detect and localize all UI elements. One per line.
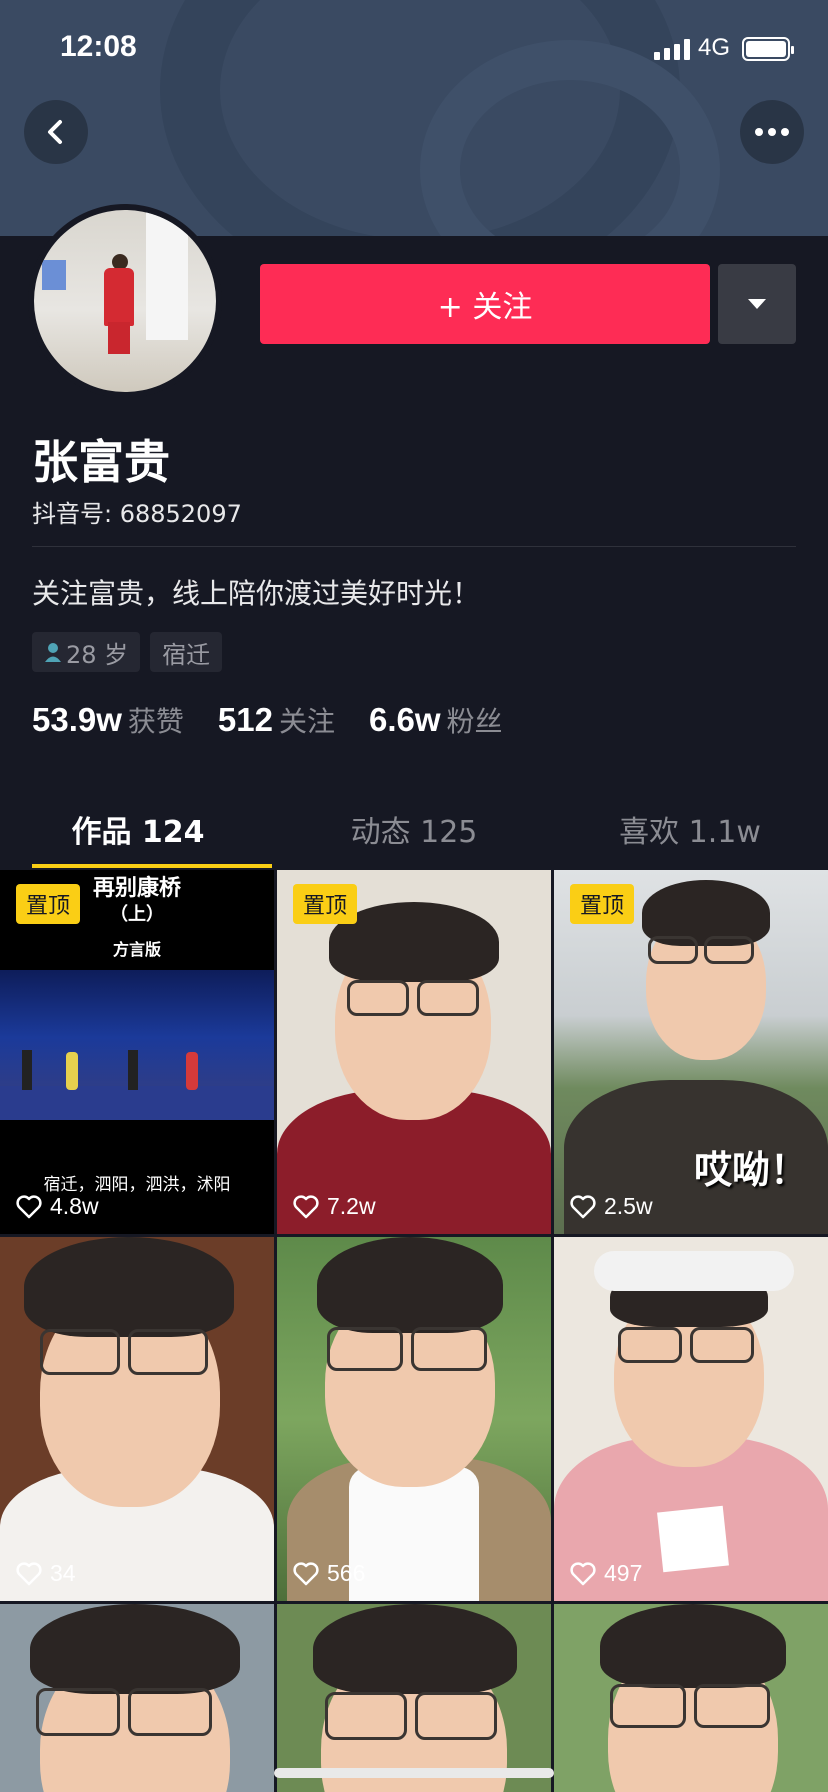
like-count-text: 34: [50, 1560, 76, 1586]
douyin-id[interactable]: 抖音号: 68852097: [32, 494, 242, 529]
like-count-text: 2.5w: [604, 1193, 653, 1219]
heart-icon: [293, 1194, 319, 1218]
follow-label: + 关注: [437, 290, 533, 325]
profile-name: 张富贵: [32, 435, 170, 489]
video-tile[interactable]: 再别康桥 （上） 方言版 宿迁，泗阳，泗洪，沭阳 置顶 4.8w: [0, 870, 274, 1234]
video-tile[interactable]: 566: [277, 1237, 551, 1601]
avatar-image: [34, 210, 216, 392]
video-title-note: 方言版: [112, 940, 161, 959]
stat-likes[interactable]: 53.9w 获赞: [32, 700, 184, 740]
video-tile[interactable]: [0, 1604, 274, 1792]
stat-likes-count: 53.9w: [32, 701, 122, 738]
age-label: 28 岁: [66, 640, 129, 669]
heart-icon: [16, 1561, 42, 1585]
follow-button[interactable]: + 关注: [260, 264, 710, 344]
profile-stats: 53.9w 获赞 512 关注 6.6w 粉丝: [32, 700, 503, 740]
age-tag: 28 岁: [32, 632, 141, 672]
more-dots-icon: [755, 128, 789, 136]
like-count: 566: [293, 1560, 365, 1587]
stat-following[interactable]: 512 关注: [218, 700, 335, 740]
signal-icon: [654, 38, 690, 60]
tab-activity[interactable]: 动态 125: [276, 790, 552, 868]
video-tile[interactable]: 哎呦！ 置顶 2.5w: [554, 870, 828, 1234]
divider: [32, 546, 796, 547]
heart-icon: [293, 1561, 319, 1585]
stat-followers-label: 粉丝: [446, 705, 503, 738]
more-button[interactable]: [740, 100, 804, 164]
pinned-badge: 置顶: [16, 884, 81, 924]
video-caption: 宿迁，泗阳，泗洪，沭阳: [43, 1175, 231, 1195]
heart-icon: [570, 1194, 596, 1218]
heart-icon: [16, 1194, 42, 1218]
stat-following-count: 512: [217, 701, 273, 738]
video-tile[interactable]: 置顶 7.2w: [277, 870, 551, 1234]
back-button[interactable]: [24, 100, 88, 164]
video-tile[interactable]: 34: [0, 1237, 274, 1601]
like-count-text: 497: [604, 1560, 643, 1586]
home-indicator[interactable]: [274, 1768, 554, 1778]
like-count: 497: [570, 1560, 642, 1587]
video-tile[interactable]: [554, 1604, 828, 1792]
like-count-text: 7.2w: [327, 1193, 376, 1219]
status-time: 12:08: [60, 30, 137, 63]
network-type: 4G: [698, 34, 731, 61]
like-count: 34: [16, 1560, 76, 1587]
recommend-dropdown-button[interactable]: [718, 264, 796, 344]
triangle-down-icon: [748, 299, 766, 309]
pinned-badge: 置顶: [293, 884, 358, 924]
stat-followers[interactable]: 6.6w 粉丝: [369, 700, 503, 740]
profile-tags: 28 岁 宿迁: [32, 632, 223, 672]
like-count: 2.5w: [570, 1193, 653, 1220]
profile-bio: 关注富贵，线上陪你渡过美好时光！: [32, 577, 481, 610]
stat-followers-count: 6.6w: [369, 701, 441, 738]
tab-likes[interactable]: 喜欢 1.1w: [552, 790, 828, 868]
pinned-badge: 置顶: [570, 884, 635, 924]
stat-likes-label: 获赞: [127, 705, 184, 738]
video-tile[interactable]: 497: [554, 1237, 828, 1601]
status-bar: 12:08 4G: [0, 0, 828, 100]
heart-icon: [570, 1561, 596, 1585]
profile-tabs: 作品 124 动态 125 喜欢 1.1w: [0, 790, 828, 868]
tab-works[interactable]: 作品 124: [0, 790, 276, 868]
stage-image: [0, 970, 274, 1120]
chevron-left-icon: [48, 120, 62, 144]
like-count: 4.8w: [16, 1193, 99, 1220]
location-tag: 宿迁: [150, 632, 223, 672]
video-tile[interactable]: [277, 1604, 551, 1792]
video-grid: 再别康桥 （上） 方言版 宿迁，泗阳，泗洪，沭阳 置顶 4.8w 置顶 7.2w: [0, 870, 828, 1792]
like-count: 7.2w: [293, 1193, 376, 1220]
stat-following-label: 关注: [278, 705, 335, 738]
battery-icon: [742, 37, 794, 61]
avatar[interactable]: [28, 204, 222, 398]
person-icon: [45, 643, 61, 662]
location-label: 宿迁: [162, 640, 211, 669]
like-count-text: 4.8w: [50, 1193, 99, 1219]
video-overlay-text: 哎呦！: [693, 1148, 808, 1192]
like-count-text: 566: [327, 1560, 366, 1586]
